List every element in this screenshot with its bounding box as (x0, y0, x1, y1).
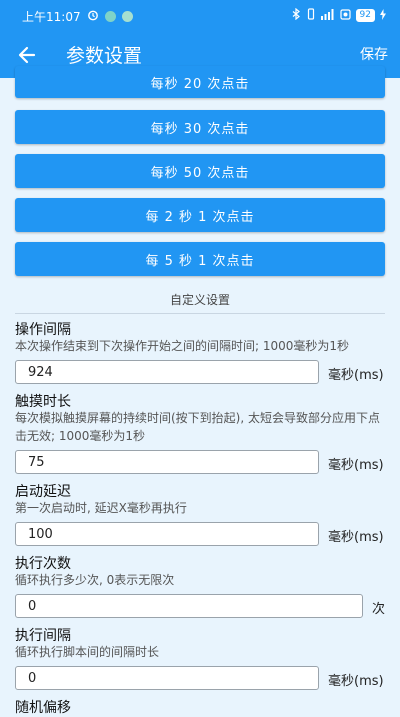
preset-button-50-per-sec[interactable]: 每秒 50 次点击 (15, 154, 385, 188)
bluetooth-icon (292, 7, 301, 23)
loop-interval-desc: 循环执行脚本间的间隔时长 (15, 645, 160, 659)
status-time: 上午11:07 (22, 10, 81, 24)
preset-button-every-2-sec[interactable]: 每 2 秒 1 次点击 (15, 198, 385, 232)
interval-desc: 本次操作结束到下次操作开始之间的间隔时间; 1000毫秒为1秒 (15, 339, 350, 353)
start-delay-input[interactable] (15, 522, 319, 546)
random-offset-label: 随机偏移 (15, 700, 71, 716)
save-button[interactable]: 保存 (360, 44, 388, 64)
touch-duration-unit: 毫秒(ms) (328, 458, 384, 473)
touch-duration-input[interactable] (15, 450, 319, 474)
interval-label: 操作间隔 (15, 322, 71, 338)
app-notification-icon (104, 11, 116, 22)
vibrate-icon (306, 8, 316, 23)
battery-level: 92 (355, 9, 375, 22)
preset-button-every-5-sec[interactable]: 每 5 秒 1 次点击 (15, 242, 385, 276)
run-count-label: 执行次数 (15, 556, 71, 572)
status-left: 上午11:07 (22, 8, 133, 25)
start-delay-unit: 毫秒(ms) (328, 530, 384, 545)
screenshot-icon (339, 8, 351, 23)
custom-settings-title: 自定义设置 (169, 293, 230, 307)
status-bar: 上午11:07 92 (0, 0, 400, 32)
arrow-left-icon (18, 46, 36, 64)
page-title: 参数设置 (66, 45, 143, 67)
loop-interval-unit: 毫秒(ms) (328, 674, 384, 689)
app-notification-icon-2 (121, 11, 133, 22)
signal-icon (320, 8, 335, 23)
loop-interval-input[interactable] (15, 666, 319, 690)
divider (15, 313, 385, 314)
charging-icon (380, 8, 386, 23)
loop-interval-label: 执行间隔 (15, 628, 71, 644)
alarm-icon (87, 9, 99, 24)
run-count-unit: 次 (372, 602, 386, 617)
start-delay-desc: 第一次启动时, 延迟X毫秒再执行 (15, 501, 187, 515)
start-delay-label: 启动延迟 (15, 484, 71, 500)
run-count-desc: 循环执行多少次, 0表示无限次 (15, 573, 175, 587)
preset-button-30-per-sec[interactable]: 每秒 30 次点击 (15, 110, 385, 144)
interval-input[interactable] (15, 360, 319, 384)
status-right: 92 (292, 7, 386, 23)
run-count-input[interactable] (15, 594, 363, 618)
interval-unit: 毫秒(ms) (328, 368, 384, 383)
touch-duration-label: 触摸时长 (15, 394, 71, 410)
preset-button-20-per-sec[interactable]: 每秒 20 次点击 (15, 66, 385, 98)
touch-duration-desc: 每次模拟触摸屏幕的持续时间(按下到抬起), 太短会导致部分应用下点击无效; 10… (15, 411, 380, 443)
